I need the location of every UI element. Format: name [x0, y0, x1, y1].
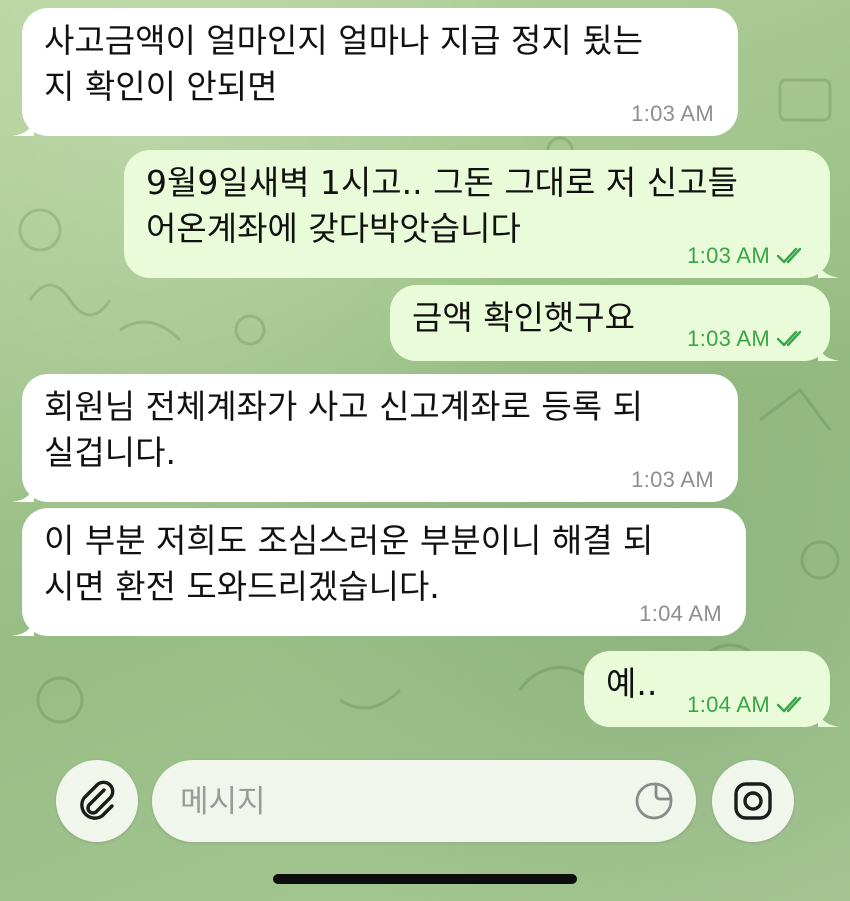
double-check-icon	[776, 247, 802, 264]
camera-icon	[734, 782, 772, 820]
message-input[interactable]	[178, 760, 622, 844]
message-bubble-incoming[interactable]: 이 부분 저희도 조심스러운 부분이니 해결 되 시면 환전 도와드리겠습니다.…	[12, 508, 746, 636]
bubble-tail	[818, 256, 840, 278]
double-check-icon	[776, 696, 802, 713]
message-time: 1:04 AM	[639, 601, 722, 626]
message-text: 이 부분 저희도 조심스러운 부분이니 해결 되 시면 환전 도와드리겠습니다.	[44, 521, 654, 606]
message-time: 1:03 AM	[687, 243, 770, 268]
message-input-container[interactable]	[152, 760, 696, 844]
message-bubble-outgoing[interactable]: 예.. 1:04 AM	[584, 651, 840, 727]
bubble-tail	[818, 339, 840, 361]
message-text: 예..	[606, 664, 658, 703]
bubble-tail	[12, 114, 34, 136]
message-bubble-outgoing[interactable]: 금액 확인햇구요 1:03 AM	[390, 285, 840, 361]
message-time: 1:03 AM	[631, 467, 714, 492]
message-time: 1:03 AM	[687, 326, 770, 351]
message-text: 사고금액이 얼마인지 얼마나 지급 정지 됬는 지 확인이 안되면	[44, 21, 643, 106]
message-text: 회원님 전체계좌가 사고 신고계좌로 등록 되 실겁니다.	[44, 387, 643, 472]
message-time: 1:04 AM	[687, 692, 770, 717]
home-indicator	[273, 874, 577, 884]
camera-button[interactable]	[712, 760, 794, 842]
message-text: 9월9일새벽 1시고.. 그돈 그대로 저 신고들 어온계좌에 갖다박앗습니다	[146, 163, 738, 248]
bubble-tail	[12, 480, 34, 502]
double-check-icon	[776, 330, 802, 347]
message-time: 1:03 AM	[631, 101, 714, 126]
message-meta: 1:04 AM	[687, 693, 806, 717]
bubble-tail	[818, 705, 840, 727]
message-text: 금액 확인햇구요	[412, 298, 636, 337]
sticker-icon[interactable]	[634, 781, 674, 821]
message-bubble-incoming[interactable]: 회원님 전체계좌가 사고 신고계좌로 등록 되 실겁니다. 1:03 AM	[12, 374, 738, 502]
message-bubble-outgoing[interactable]: 9월9일새벽 1시고.. 그돈 그대로 저 신고들 어온계좌에 갖다박앗습니다 …	[124, 150, 840, 278]
message-meta: 1:03 AM	[687, 327, 806, 351]
attach-button[interactable]	[56, 760, 138, 842]
message-bubble-incoming[interactable]: 사고금액이 얼마인지 얼마나 지급 정지 됬는 지 확인이 안되면 1:03 A…	[12, 8, 738, 136]
bubble-tail	[12, 614, 34, 636]
message-meta: 1:03 AM	[687, 244, 806, 268]
paperclip-icon	[80, 780, 115, 820]
